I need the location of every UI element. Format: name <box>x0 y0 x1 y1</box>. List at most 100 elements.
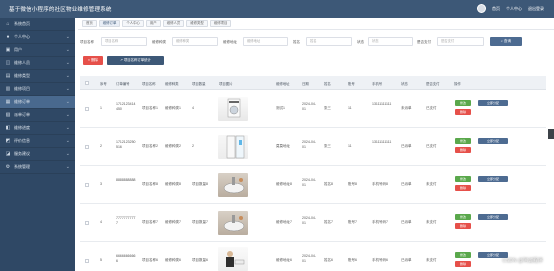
sidebar-item-dispatch[interactable]: ▧ 派单订单 ⌄ <box>0 109 75 122</box>
header-type: 维修种类 <box>165 82 179 86</box>
sidebar-item-label: 维修项目 <box>14 86 30 91</box>
row-address: 莫莫地址 <box>276 144 290 148</box>
select-all-checkbox[interactable] <box>85 81 89 85</box>
scrollbar-handle[interactable] <box>548 129 554 139</box>
chevron-down-icon: ⌄ <box>65 86 70 92</box>
sidebar-item-types[interactable]: ▤ 维修类型 ⌄ <box>0 70 75 83</box>
row-account: 账号8 <box>348 182 357 186</box>
logout-link[interactable]: 退出登录 <box>528 6 544 12</box>
sidebar-item-label: 个人中心 <box>14 34 30 39</box>
query-button[interactable]: ⌕ 查询 <box>490 37 522 46</box>
delete-button[interactable]: 删除 <box>455 261 471 267</box>
sidebar-item-system[interactable]: ⚙ 系统管理 ⌄ <box>0 161 75 174</box>
delete-button[interactable]: 删除 <box>455 185 471 191</box>
row-account: 11 <box>348 106 352 110</box>
sidebar-item-workers[interactable]: ◫ 维修人员 ⌄ <box>0 57 75 70</box>
table-row: 3 8888888888 项目名称8 维修种类8 项目数量8 维修地址8 202… <box>80 166 546 204</box>
row-status: 已派单 <box>401 182 412 186</box>
edit-button[interactable]: 修改 <box>455 138 471 144</box>
row-count: 2 <box>192 144 194 148</box>
tab-home[interactable]: 首页 <box>82 20 97 27</box>
comment-icon: ◩ <box>5 138 11 144</box>
project-image <box>218 135 248 159</box>
row-paid: 未支付 <box>426 220 437 224</box>
row-checkbox[interactable] <box>85 183 89 187</box>
row-account: 账号6 <box>348 258 357 262</box>
row-type: 维修种类2 <box>165 144 181 148</box>
tool-icon: ▥ <box>5 86 11 92</box>
edit-button[interactable]: 修改 <box>455 176 471 182</box>
row-checkbox[interactable] <box>85 221 89 225</box>
tab-users[interactable]: 用户 <box>145 20 161 27</box>
tab-orders[interactable]: 维修订单 <box>98 20 121 27</box>
row-name: 张三 <box>324 144 331 148</box>
status-select[interactable]: 状态 <box>368 37 413 46</box>
header-actions: 操作 <box>454 82 461 86</box>
tab-profile[interactable]: 个人中心 <box>122 20 144 27</box>
sink-repair-image <box>223 177 245 194</box>
avatar[interactable] <box>477 4 486 13</box>
sidebar-item-users[interactable]: ▣ 用户 ⌄ <box>0 44 75 57</box>
paid-select[interactable]: 是否支付 <box>437 37 484 46</box>
repair-address-input[interactable]: 维修地址 <box>243 37 288 46</box>
bulk-delete-button[interactable]: × 删除 <box>83 56 103 65</box>
edit-button[interactable]: 修改 <box>455 214 471 220</box>
tag-icon: ▤ <box>5 73 11 79</box>
status-label: 状态 <box>357 40 364 44</box>
row-date: 2024-04-01 <box>302 178 317 187</box>
chevron-down-icon: ⌄ <box>65 99 70 105</box>
assign-button[interactable]: 立即分配 <box>478 138 508 144</box>
table-row: 2 1712123250516 项目名称2 维修种类2 2 莫莫地址 2024-… <box>80 128 546 166</box>
profile-link[interactable]: 个人中心 <box>506 6 522 12</box>
tab-workers[interactable]: 维修人员 <box>162 20 185 27</box>
row-checkbox[interactable] <box>85 107 89 111</box>
tab-types[interactable]: 维修类型 <box>186 20 208 27</box>
app-title: 基于微信小程序的社区物业维修管理系统 <box>9 7 112 13</box>
header-account: 账号 <box>348 82 355 86</box>
repair-address-label: 维修地址 <box>223 40 237 44</box>
sidebar-item-label: 系统首页 <box>14 21 30 26</box>
stats-button[interactable]: ↗ 项目名称订单统计 <box>107 56 164 65</box>
row-paid: 已支付 <box>426 144 437 148</box>
edit-button[interactable]: 修改 <box>455 100 471 106</box>
assign-button[interactable]: 立即分配 <box>478 176 508 182</box>
row-address: 维修地址8 <box>276 182 292 186</box>
sidebar-item-progress[interactable]: ◧ 维修进度 ⌄ <box>0 122 75 135</box>
sidebar-item-orders[interactable]: ▦ 维修订单 ⌄ <box>0 96 75 109</box>
sidebar-item-profile[interactable]: ● 个人中心 ⌄ <box>0 31 75 44</box>
home-link[interactable]: 首页 <box>492 6 500 12</box>
sidebar-item-comments[interactable]: ◩ 评价信息 ⌄ <box>0 135 75 148</box>
tab-projects[interactable]: 维修项目 <box>209 20 232 27</box>
row-checkbox[interactable] <box>85 145 89 149</box>
row-status: 未派单 <box>401 106 412 110</box>
sidebar-item-home[interactable]: ⌂ 系统首页 <box>0 18 75 31</box>
repair-type-input[interactable]: 维修种类 <box>172 37 218 46</box>
header-name: 姓名 <box>324 82 331 86</box>
row-phone: 13111111111 <box>372 102 392 106</box>
row-phone: 手机号码8 <box>372 182 388 186</box>
delete-button[interactable]: 删除 <box>455 147 471 153</box>
assign-button[interactable]: 立即分配 <box>478 100 508 106</box>
header-order: 订单编号 <box>116 82 130 86</box>
project-image <box>218 97 248 121</box>
row-count: 项目数量6 <box>192 258 208 262</box>
row-paid: 已支付 <box>426 106 437 110</box>
chevron-down-icon: ⌄ <box>65 60 70 66</box>
row-name: 姓名8 <box>324 182 333 186</box>
assign-button[interactable]: 立即分配 <box>478 214 508 220</box>
delete-button[interactable]: 删除 <box>455 223 471 229</box>
sidebar-item-label: 维修进度 <box>14 125 30 130</box>
washing-machine-image <box>227 98 241 118</box>
sidebar-item-label: 派单订单 <box>14 112 30 117</box>
sidebar-item-projects[interactable]: ▥ 维修项目 ⌄ <box>0 83 75 96</box>
row-checkbox[interactable] <box>85 259 89 263</box>
row-order: 8888888888 <box>116 178 136 182</box>
edit-button[interactable]: 修改 <box>455 252 471 258</box>
user-icon: ● <box>6 34 10 40</box>
tab-bar: 首页 维修订单 个人中心 用户 维修人员 维修类型 维修项目 <box>78 18 554 30</box>
name-input[interactable]: 姓名 <box>306 37 352 46</box>
sidebar-item-suggestions[interactable]: ◪ 服务建议 ⌄ <box>0 148 75 161</box>
project-name-input[interactable]: 项目名称 <box>101 37 147 46</box>
delete-button[interactable]: 删除 <box>455 109 471 115</box>
row-index: 4 <box>100 220 102 224</box>
